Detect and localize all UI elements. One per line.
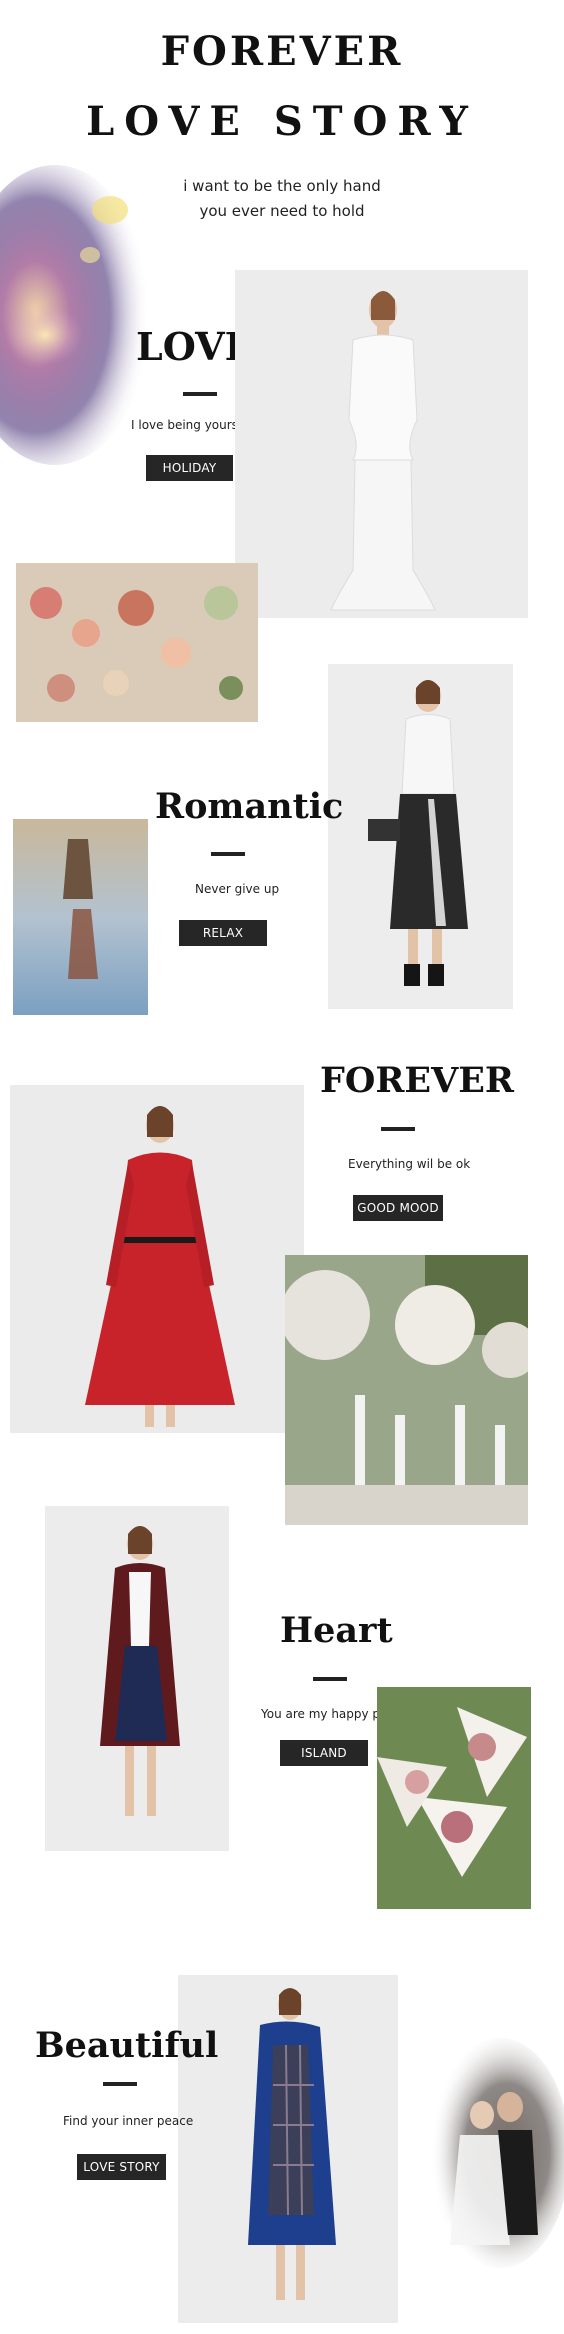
section-heading-romantic: Romantic (155, 786, 344, 827)
section-heading-heart: Heart (280, 1610, 393, 1651)
reflection-photo-image (13, 819, 148, 1015)
title-line-2: LOVE STORY (86, 98, 478, 145)
section-caption-beautiful: Find your inner peace (63, 2114, 194, 2128)
heading-divider (211, 852, 245, 856)
petal-cones-image (377, 1687, 531, 1909)
title-line-1: FOREVER (160, 28, 404, 75)
love-story-button[interactable]: LOVE STORY (77, 2154, 166, 2180)
couple-vignette-image (420, 2035, 564, 2270)
good-mood-button[interactable]: GOOD MOOD (353, 1195, 443, 1221)
section-heading-forever: FOREVER (320, 1060, 515, 1101)
section-heading-beautiful: Beautiful (35, 2025, 219, 2066)
model-burgundy-coat-image (45, 1506, 229, 1851)
hanging-flowers-image (16, 563, 258, 722)
wedding-aisle-flowers-image (285, 1255, 528, 1525)
model-black-skirt-image (328, 664, 513, 1009)
model-red-dress-image (10, 1085, 304, 1433)
holiday-button[interactable]: HOLIDAY (146, 455, 233, 481)
island-button[interactable]: ISLAND (280, 1740, 368, 1766)
heading-divider (183, 392, 217, 396)
heading-divider (103, 2082, 137, 2086)
section-caption-love: I love being yours (131, 418, 238, 432)
heading-divider (313, 1677, 347, 1681)
heading-divider (381, 1127, 415, 1131)
relax-button[interactable]: RELAX (179, 920, 267, 946)
model-white-dress-image (235, 270, 528, 618)
section-caption-forever: Everything wil be ok (348, 1157, 471, 1171)
section-caption-romantic: Never give up (195, 882, 280, 896)
